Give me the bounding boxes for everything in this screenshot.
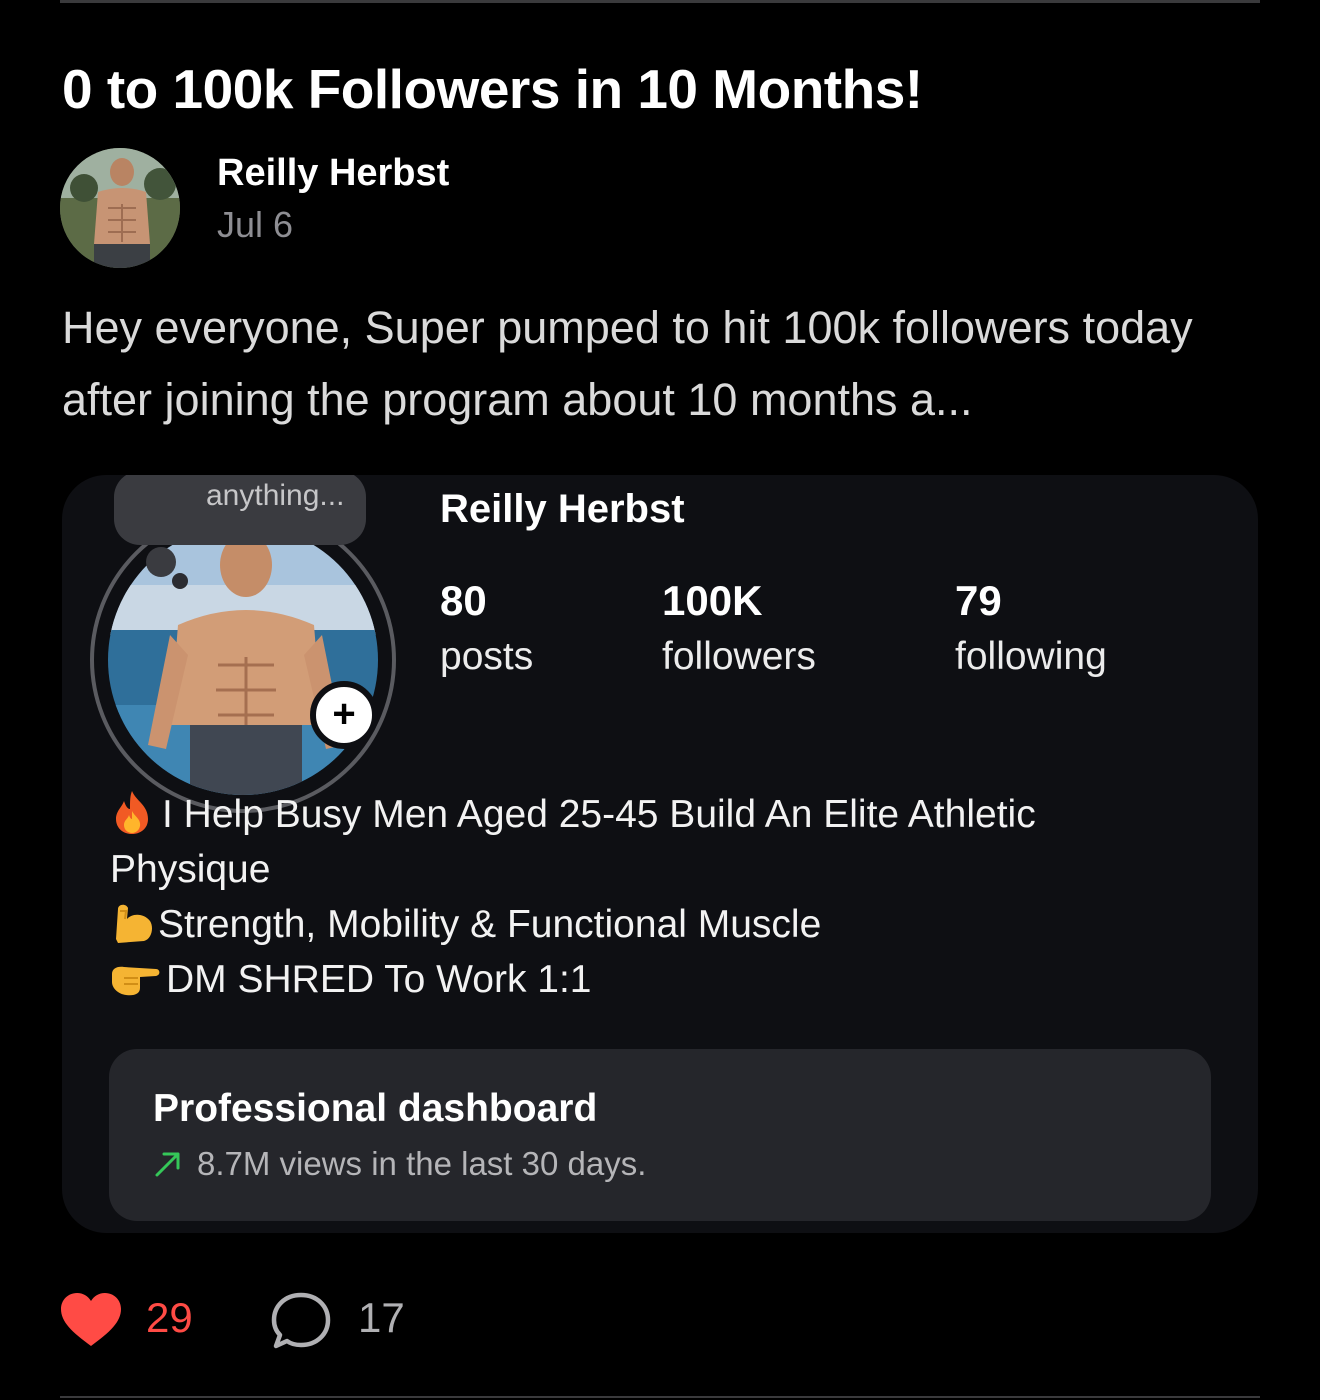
dashboard-subtitle-text: 8.7M views in the last 30 days. [197, 1145, 647, 1182]
bio-line-1-text: I Help Busy Men Aged 25-45 Build An Elit… [162, 793, 1036, 836]
comment-count: 17 [358, 1294, 405, 1341]
post-title: 0 to 100k Followers in 10 Months! [62, 58, 923, 120]
comment-bubble-icon[interactable] [270, 1290, 332, 1352]
stat-following-label: following [955, 635, 1107, 678]
post-date: Jul 6 [217, 204, 294, 245]
stat-posts[interactable]: 80 posts [440, 573, 533, 685]
trend-up-arrow-icon [153, 1149, 183, 1179]
post-body[interactable]: Hey everyone, Super pumped to hit 100k f… [62, 292, 1262, 436]
stat-posts-label: posts [440, 635, 534, 678]
top-divider [60, 0, 1260, 3]
flexed-biceps-icon [110, 899, 154, 945]
like-count: 29 [146, 1294, 193, 1341]
bio-line-1: I Help Busy Men Aged 25-45 Build An Elit… [110, 787, 1220, 842]
embedded-profile-screenshot[interactable]: anything... + Reilly Herbst 80 posts 100… [62, 475, 1258, 1233]
stat-posts-value: 80 [440, 577, 487, 624]
stat-following[interactable]: 79 following [955, 573, 1107, 685]
bottom-divider [60, 1396, 1260, 1398]
author-row[interactable]: Reilly Herbst Jul 6 [60, 146, 860, 270]
bio-line-3-text: Strength, Mobility & Functional Muscle [158, 903, 822, 946]
stat-followers[interactable]: 100K followers [662, 573, 816, 685]
heart-icon[interactable] [60, 1292, 122, 1348]
bio-line-4-text: DM SHRED To Work 1:1 [166, 958, 592, 1001]
bio-line-4: DM SHRED To Work 1:1 [110, 952, 1220, 1007]
pointing-hand-icon [110, 954, 162, 1000]
note-text: anything... [206, 479, 345, 512]
profile-name: Reilly Herbst [440, 487, 685, 531]
author-name[interactable]: Reilly Herbst [217, 152, 449, 195]
post-actions: 29 17 [60, 1288, 660, 1350]
dashboard-subtitle: 8.7M views in the last 30 days. [153, 1145, 646, 1183]
note-bubble-tail [146, 547, 176, 577]
bio-line-2: Physique [110, 848, 271, 891]
profile-bio: I Help Busy Men Aged 25-45 Build An Elit… [110, 787, 1220, 1007]
add-story-button[interactable]: + [310, 681, 378, 749]
author-avatar[interactable] [60, 148, 180, 268]
stat-followers-value: 100K [662, 577, 763, 624]
note-bubble-tail-small [172, 573, 188, 589]
professional-dashboard-button[interactable]: Professional dashboard 8.7M views in the… [109, 1049, 1211, 1221]
dashboard-title: Professional dashboard [153, 1087, 598, 1130]
fire-icon [110, 789, 154, 835]
bio-line-3: Strength, Mobility & Functional Muscle [110, 897, 1220, 952]
stat-following-value: 79 [955, 577, 1002, 624]
stat-followers-label: followers [662, 635, 816, 678]
note-bubble[interactable]: anything... [114, 475, 366, 545]
